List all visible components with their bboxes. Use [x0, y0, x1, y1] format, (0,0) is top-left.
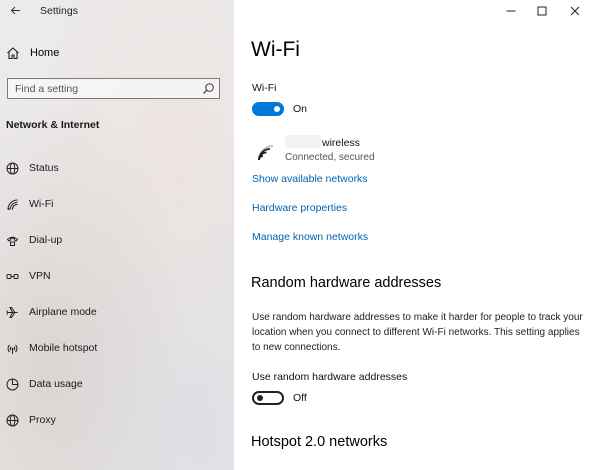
connected-network[interactable]: wireless Connected, secured — [252, 133, 552, 165]
toggle-knob — [257, 395, 263, 401]
toggle-knob — [274, 106, 280, 112]
airplane-icon — [5, 305, 19, 319]
search-icon[interactable] — [202, 82, 215, 95]
sidebar-item-label: Mobile hotspot — [29, 342, 98, 354]
sidebar-item-label: Data usage — [29, 378, 83, 390]
pie-chart-icon — [5, 377, 19, 391]
wifi-toggle-state: On — [293, 103, 308, 115]
sidebar-item-dial-up[interactable]: Dial-up — [5, 231, 62, 249]
minimize-button[interactable] — [502, 3, 520, 19]
hardware-properties-link[interactable]: Hardware properties — [252, 202, 347, 214]
main-content: Wi-Fi Wi-Fi On wireless Connected, secur… — [234, 0, 590, 470]
maximize-icon — [537, 6, 547, 16]
page-title: Wi-Fi — [251, 38, 300, 61]
random-hw-heading: Random hardware addresses — [251, 275, 442, 291]
sidebar-item-mobile-hotspot[interactable]: Mobile hotspot — [5, 339, 97, 357]
wifi-toggle[interactable] — [252, 102, 284, 116]
sidebar-item-proxy[interactable]: Proxy — [5, 411, 56, 429]
close-icon — [570, 6, 580, 16]
sidebar-item-airplane-mode[interactable]: Airplane mode — [5, 303, 97, 321]
wifi-signal-icon — [258, 145, 274, 161]
network-status: Connected, secured — [285, 152, 375, 163]
sidebar-item-label: Wi-Fi — [29, 198, 54, 210]
redacted-network-prefix — [285, 135, 321, 148]
hotspot-icon — [5, 341, 19, 355]
sidebar-item-data-usage[interactable]: Data usage — [5, 375, 83, 393]
home-icon — [7, 47, 19, 60]
wifi-icon — [5, 197, 19, 211]
title-bar: Settings — [0, 0, 234, 24]
random-hw-description: Use random hardware addresses to make it… — [252, 312, 583, 353]
wifi-toggle-label: Wi-Fi — [252, 82, 277, 94]
back-arrow-icon — [10, 6, 20, 15]
sidebar-item-label: Dial-up — [29, 234, 63, 246]
sidebar: Settings Home Network & Internet Status … — [0, 0, 234, 470]
app-title: Settings — [40, 5, 78, 17]
hotspot-heading: Hotspot 2.0 networks — [251, 434, 388, 450]
sidebar-item-vpn[interactable]: VPN — [5, 267, 51, 285]
random-hw-toggle-state: Off — [293, 392, 307, 404]
show-available-networks-link[interactable]: Show available networks — [252, 173, 368, 185]
sidebar-item-label: Airplane mode — [29, 306, 97, 318]
globe-icon — [5, 413, 19, 427]
network-name: wireless — [322, 137, 360, 149]
search-input[interactable] — [8, 79, 200, 99]
search-box[interactable] — [7, 78, 220, 99]
sidebar-item-label: VPN — [29, 270, 51, 282]
sidebar-item-label: Status — [29, 162, 59, 174]
globe-icon — [5, 161, 19, 175]
vpn-icon — [5, 269, 19, 283]
maximize-button[interactable] — [533, 3, 551, 19]
random-hw-toggle-label: Use random hardware addresses — [252, 371, 408, 383]
home-label: Home — [30, 47, 60, 59]
sidebar-item-label: Proxy — [29, 414, 56, 426]
back-button[interactable] — [6, 3, 24, 21]
random-hw-toggle[interactable] — [252, 391, 284, 405]
section-header: Network & Internet — [6, 119, 100, 131]
manage-known-networks-link[interactable]: Manage known networks — [252, 231, 368, 243]
minimize-icon — [506, 10, 516, 12]
phone-icon — [5, 233, 19, 247]
close-button[interactable] — [566, 3, 584, 19]
home-nav-item[interactable]: Home — [6, 44, 59, 62]
sidebar-item-status[interactable]: Status — [5, 159, 59, 177]
sidebar-item-wifi[interactable]: Wi-Fi — [5, 195, 54, 213]
